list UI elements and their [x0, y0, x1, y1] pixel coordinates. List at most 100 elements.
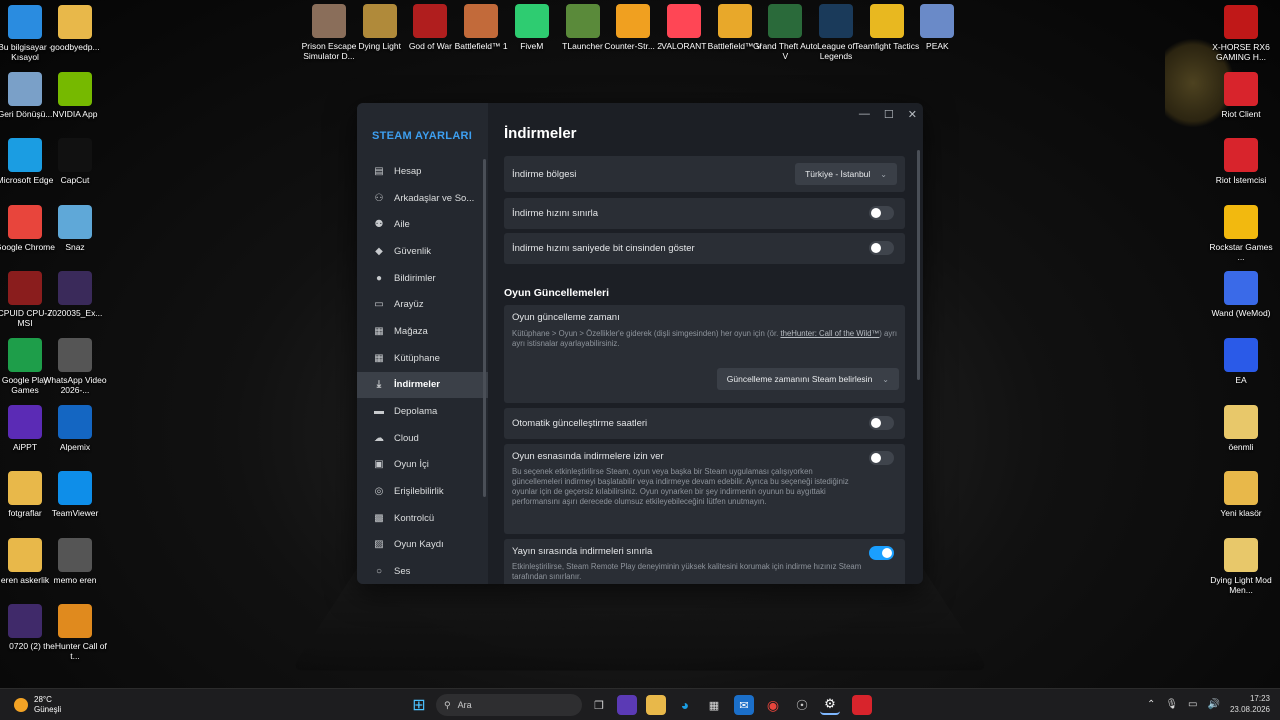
ms365-icon[interactable]	[617, 695, 637, 715]
desktop-shortcut[interactable]: WhatsApp Video 2026-...	[42, 338, 108, 395]
sidebar-item[interactable]: ▦ Kütüphane	[357, 345, 488, 372]
file-explorer-icon[interactable]	[646, 695, 666, 715]
sidebar-item[interactable]: ⚉ Aile	[357, 211, 488, 238]
sidebar-item[interactable]: ▣ Oyun İçi	[357, 452, 488, 479]
weather-temp: 28°C	[34, 695, 52, 704]
sidebar-item[interactable]: ○ Ses	[357, 558, 488, 584]
bits-toggle[interactable]	[869, 241, 894, 255]
store-icon[interactable]: ▦	[704, 695, 724, 715]
ea-icon	[1224, 338, 1258, 372]
windows-start-icon[interactable]: ⊞	[409, 695, 429, 715]
riot-icon[interactable]	[852, 695, 872, 715]
desktop-shortcut-label: Riot Client	[1221, 109, 1261, 119]
content-scrollbar[interactable]	[917, 150, 920, 380]
sidebar-item-label: Hesap	[394, 165, 422, 177]
desktop-shortcut[interactable]: X-HORSE RX6 GAMING H...	[1208, 5, 1274, 62]
sidebar-item[interactable]: ▩ Kontrolcü	[357, 505, 488, 532]
recycle-bin-icon	[8, 71, 42, 106]
desktop-shortcut[interactable]: Rockstar Games ...	[1208, 205, 1274, 262]
desktop-shortcut-label: WhatsApp Video 2026-...	[43, 375, 107, 395]
sidebar-item-label: Cloud	[394, 432, 419, 444]
download-region-label: İndirme bölgesi	[512, 168, 577, 180]
cloud-icon: ☁	[374, 432, 384, 444]
download-region-dropdown[interactable]: Türkiye - İstanbul ⌄	[795, 163, 897, 185]
allow-during-game-row: Oyun esnasında indirmelere izin ver Bu s…	[504, 444, 905, 534]
throttle-streaming-desc: Etkinleştirilirse, Steam Remote Play den…	[512, 562, 862, 581]
battlefield-v-icon	[717, 4, 752, 38]
desktop-shortcut[interactable]: EA	[1208, 338, 1274, 385]
desktop-shortcut[interactable]: Yeni klasör	[1208, 471, 1274, 518]
download-region-row: İndirme bölgesi Türkiye - İstanbul ⌄	[504, 156, 905, 192]
desktop-shortcut[interactable]: goodbyedp...	[42, 5, 108, 52]
sidebar-item[interactable]: ⤓ İndirmeler	[357, 371, 488, 399]
limit-speed-toggle[interactable]	[869, 206, 894, 220]
volume-icon[interactable]: 🔊	[1208, 699, 1220, 710]
sidebar-item[interactable]: ☁ Cloud	[357, 425, 488, 452]
minimize-icon[interactable]: —	[859, 108, 870, 121]
update-time-dropdown[interactable]: Güncelleme zamanını Steam belirlesin ⌄	[716, 368, 899, 390]
desktop-shortcut[interactable]: Riot Client	[1208, 72, 1274, 119]
thehunter-link[interactable]: theHunter: Call of the Wild™	[780, 329, 879, 338]
teamviewer-icon	[58, 471, 92, 506]
desktop-shortcut[interactable]: Riot İstemcisi	[1208, 138, 1274, 185]
desktop-shortcut[interactable]: Wand (WeMod)	[1208, 271, 1274, 318]
sidebar-item-label: Oyun İçi	[394, 459, 429, 471]
mail-icon[interactable]: ✉	[734, 695, 754, 715]
wand-icon	[1224, 271, 1258, 305]
allow-during-game-toggle[interactable]	[869, 451, 894, 465]
task-view-icon[interactable]: ❐	[589, 695, 609, 715]
desktop-shortcut[interactable]: TeamViewer	[42, 471, 108, 518]
sidebar-item[interactable]: ▬ Depolama	[357, 398, 488, 425]
github-icon[interactable]: ☉	[792, 695, 812, 715]
maximize-icon[interactable]: ☐	[884, 108, 894, 121]
desktop-shortcut[interactable]: CapCut	[42, 138, 108, 185]
settings-sidebar: STEAM AYARLARI ▤ Hesap ⚇ Arkadaşlar ve So..…	[357, 103, 488, 584]
dying-light-icon	[362, 4, 397, 38]
sidebar-item[interactable]: ● Bildirimler	[357, 265, 488, 292]
desktop-shortcut[interactable]: PEAK	[904, 4, 970, 51]
desktop-shortcut[interactable]: Snaz	[42, 204, 108, 252]
clock[interactable]: 17:23 23.08.2026	[1230, 693, 1270, 715]
desktop-shortcut[interactable]: theHunter Call of t...	[42, 604, 108, 661]
allow-during-game-label: Oyun esnasında indirmelere izin ver	[512, 451, 664, 462]
desktop-shortcut[interactable]: NVIDIA App	[42, 71, 108, 119]
desktop-shortcut[interactable]: Dying Light Mod Men...	[1208, 538, 1274, 595]
sidebar-item[interactable]: ▦ Mağaza	[357, 318, 488, 345]
desktop-shortcut-label: goodbyedp...	[50, 42, 100, 52]
desktop-shortcut[interactable]: Alpemix	[42, 404, 108, 452]
sidebar-item-label: Mağaza	[394, 325, 428, 337]
network-icon[interactable]: ▭	[1188, 699, 1197, 710]
edge-icon[interactable]: ◕	[675, 695, 695, 715]
download-region-value: Türkiye - İstanbul	[805, 169, 871, 179]
sidebar-item[interactable]: ▭ Arayüz	[357, 291, 488, 318]
update-time-row: Oyun güncelleme zamanı Kütüphane > Oyun …	[504, 305, 905, 403]
chevron-up-icon[interactable]: ⌃	[1147, 699, 1155, 710]
cs2-icon	[616, 4, 651, 38]
desktop-shortcut-label: Alpemix	[59, 441, 91, 452]
auto-update-hours-label: Otomatik güncelleştirme saatleri	[512, 418, 648, 429]
desktop-shortcut[interactable]: öenmli	[1208, 405, 1274, 452]
chrome-icon[interactable]: ◉	[763, 695, 783, 715]
desktop-shortcut[interactable]: memo eren	[42, 537, 108, 585]
throttle-streaming-toggle[interactable]	[869, 546, 894, 560]
sidebar-item[interactable]: ⚇ Arkadaşlar ve So...	[357, 185, 488, 212]
folder-icon	[8, 537, 42, 572]
steam-icon[interactable]: ⚙	[820, 695, 840, 715]
valorant-icon	[666, 4, 701, 38]
sidebar-scrollbar[interactable]	[483, 159, 486, 497]
taskbar-search[interactable]: ⚲ Ara	[436, 694, 582, 716]
sidebar-item[interactable]: ▨ Oyun Kaydı	[357, 532, 488, 559]
cart-icon: ▦	[374, 325, 384, 337]
sidebar-item-label: Aile	[394, 219, 410, 231]
weather-widget[interactable]: 28°C Güneşli	[14, 695, 61, 715]
weather-desc: Güneşli	[34, 705, 62, 714]
sidebar-item[interactable]: ▤ Hesap	[357, 158, 488, 185]
sidebar-item[interactable]: ◆ Güvenlik	[357, 238, 488, 265]
cpuz-icon	[8, 271, 42, 306]
auto-update-hours-toggle[interactable]	[869, 416, 894, 430]
microphone-icon[interactable]: 🎙	[1165, 699, 1178, 710]
riot-icon	[1224, 72, 1258, 106]
desktop-shortcut[interactable]: 7020035_Ex...	[42, 271, 108, 318]
close-icon[interactable]: ✕	[908, 108, 917, 121]
sidebar-item[interactable]: ◎ Erişilebilirlik	[357, 478, 488, 505]
